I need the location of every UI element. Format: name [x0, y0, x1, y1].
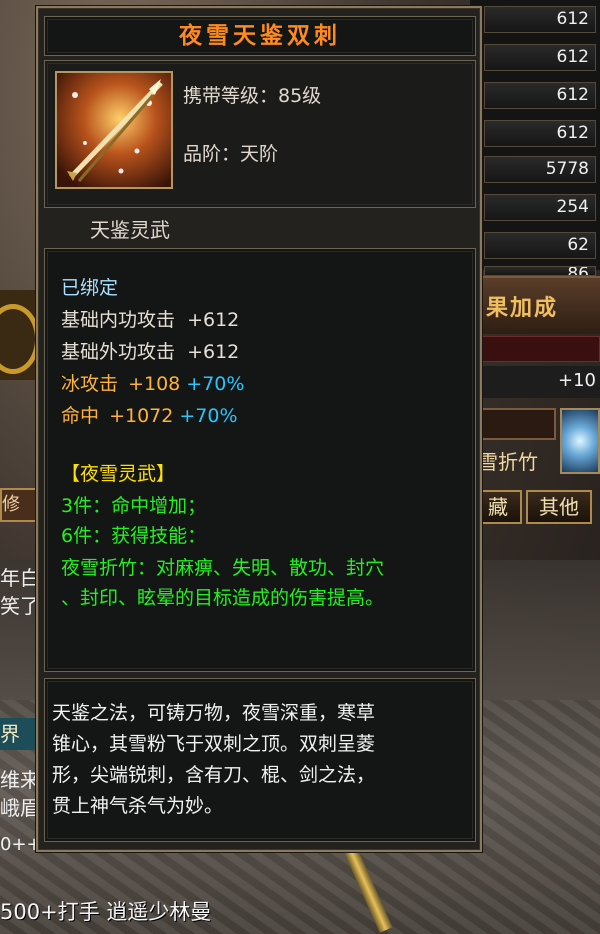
set-skill-line: 、封印、眩晕的目标造成的伤害提高。: [61, 587, 385, 609]
effect-bonus-title: 果加成: [486, 296, 559, 321]
effect-value: +10: [558, 370, 596, 391]
item-stats-panel: 已绑定 基础内功攻击 +612 基础外功攻击 +612 冰攻击 +108 +70…: [44, 248, 476, 672]
stat-value: +612: [187, 309, 240, 331]
stat-name: 基础内功攻击: [61, 309, 176, 331]
item-category: 天鉴灵武: [90, 218, 170, 242]
stat-value-row: 612: [484, 120, 596, 147]
stat-value-row: 62: [484, 232, 596, 259]
set-piece-count: 6件: [61, 525, 93, 547]
set-piece-count: 3件: [61, 495, 93, 517]
tab-other[interactable]: 其他: [526, 490, 592, 524]
effect-bar: [470, 336, 600, 362]
tooltip-title-bar: 夜雪天鉴双刺: [44, 16, 476, 56]
stat-row: 基础外功攻击 +612: [61, 337, 239, 364]
description-line: 形，尖端锐刺，含有刀、棍、剑之法，: [52, 764, 376, 786]
set-bonus-row: 6件：获得技能：: [61, 521, 206, 548]
stat-bonus: +70%: [179, 405, 238, 427]
item-grade: 品阶：天阶: [183, 143, 279, 165]
world-channel-button[interactable]: 界: [0, 718, 38, 750]
item-header: 携带等级：85级 品阶：天阶: [44, 60, 476, 208]
dual-dagger-icon: [55, 71, 173, 189]
bound-status: 已绑定: [61, 277, 119, 299]
stat-value: +1072: [109, 405, 174, 427]
stat-value: +108: [128, 373, 181, 395]
description-line: 锥心，其雪粉飞于双刺之顶。双刺呈菱: [52, 733, 376, 755]
set-skill-line: 夜雪折竹：对麻痹、失明、散功、封穴: [61, 557, 385, 579]
item-tooltip: 夜雪天鉴双刺 携带等级：85级 品阶：天阶 天鉴灵武 已绑定 基础内功攻击 +6…: [36, 6, 482, 852]
set-name: 【夜雪灵武】: [61, 463, 176, 485]
skill-name-label: 雪折竹: [478, 450, 538, 474]
stat-value-row: 612: [484, 44, 596, 71]
description-line: 贯上神气杀气为妙。: [52, 795, 224, 817]
chat-line: 维来: [0, 768, 40, 792]
effect-value-row: +10: [470, 366, 600, 398]
stat-value-row: 5778: [484, 156, 596, 183]
set-piece-effect: ：命中增加；: [92, 495, 207, 517]
stat-bonus: +70%: [186, 373, 245, 395]
chat-line: 500+打手 逍遥少林曼: [0, 900, 212, 924]
set-piece-effect: ：获得技能：: [92, 525, 207, 547]
stat-value: +612: [187, 341, 240, 363]
stat-row: 基础内功攻击 +612: [61, 305, 239, 332]
tab-cultivation[interactable]: 修炼: [0, 488, 38, 522]
item-description: 天鉴之法，可铸万物，夜雪深重，寒草 锥心，其雪粉飞于双刺之顶。双刺呈菱 形，尖端…: [52, 698, 464, 822]
description-line: 天鉴之法，可铸万物，夜雪深重，寒草: [52, 702, 376, 724]
stat-value-row: 254: [484, 194, 596, 221]
stat-row: 命中 +1072 +70%: [61, 401, 238, 428]
stat-value-row: 612: [484, 6, 596, 33]
set-bonus-row: 3件：命中增加；: [61, 491, 206, 518]
chat-line: 年白: [0, 566, 40, 590]
stat-name: 冰攻击: [61, 373, 119, 395]
ring-item-icon[interactable]: [0, 290, 40, 380]
stat-row: 冰攻击 +108 +70%: [61, 369, 244, 396]
chat-line: 笑了: [0, 594, 40, 618]
snowflake-skill-icon[interactable]: [560, 408, 600, 474]
stat-value-row: 612: [484, 82, 596, 109]
chat-line: 峨眉: [0, 796, 40, 820]
stat-name: 命中: [61, 405, 100, 427]
effect-bonus-header: 果加成: [470, 276, 600, 334]
item-name: 夜雪天鉴双刺: [179, 23, 341, 49]
stat-value-row: 86: [484, 266, 596, 276]
carry-level: 携带等级：85级: [183, 85, 322, 107]
stat-name: 基础外功攻击: [61, 341, 176, 363]
skill-name-field[interactable]: [474, 408, 556, 440]
